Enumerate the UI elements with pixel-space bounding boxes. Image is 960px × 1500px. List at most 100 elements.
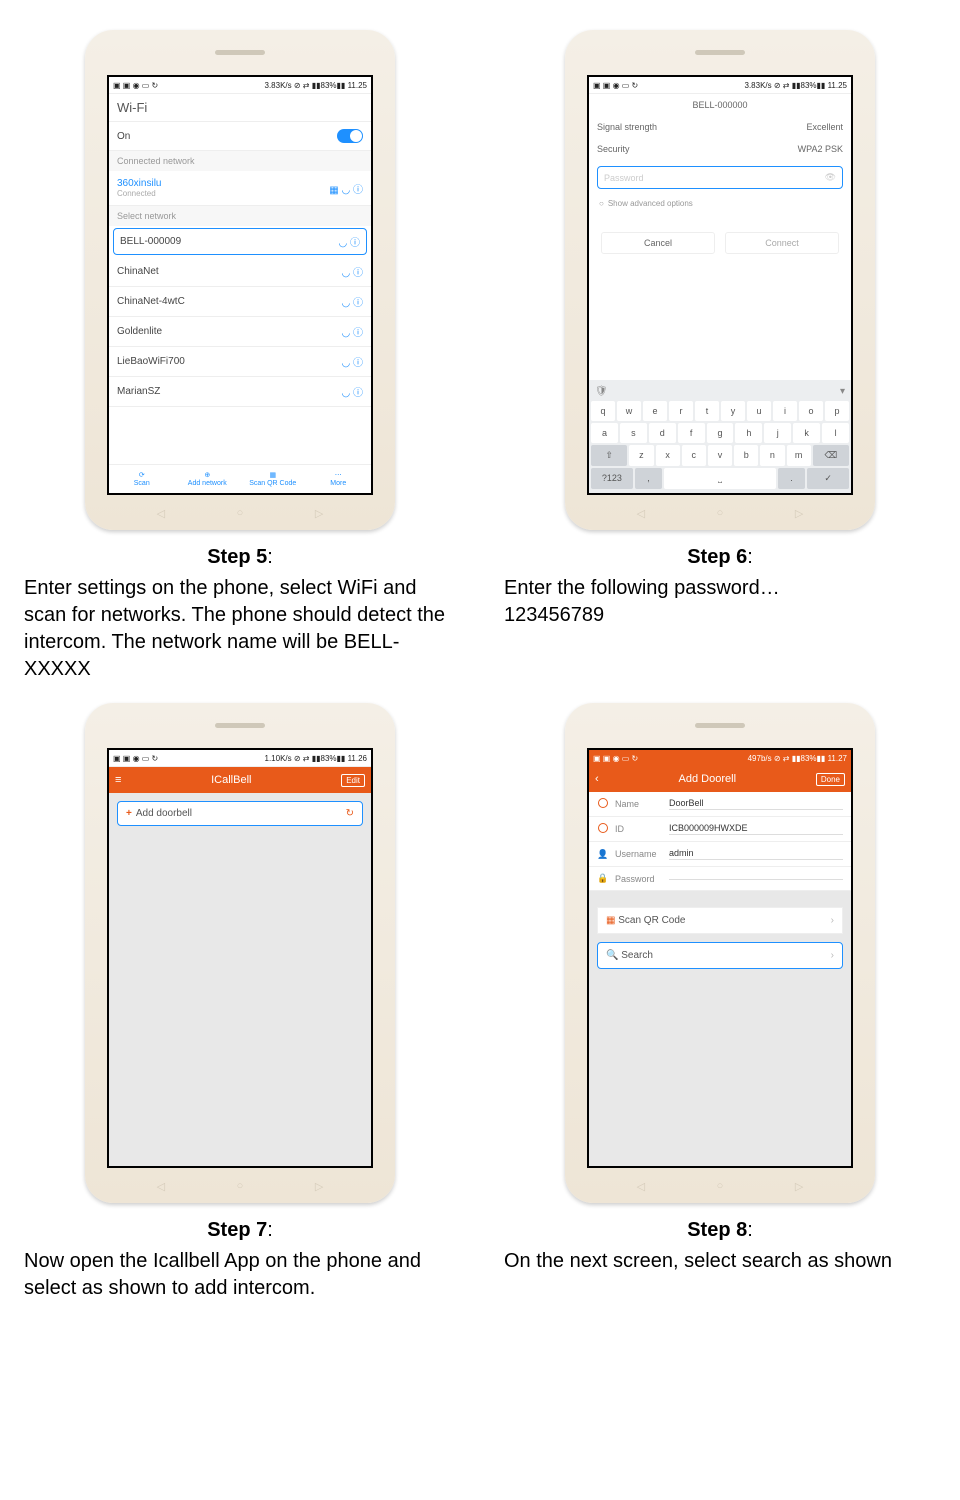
phone-frame: ▣ ▣ ◉ ▭ ↻ 3.83K/s ⊘ ⇄ ▮▮83%▮▮ 11.25 BELL… bbox=[565, 30, 875, 530]
key[interactable]: s bbox=[620, 423, 647, 443]
key[interactable]: f bbox=[678, 423, 705, 443]
cancel-button[interactable]: Cancel bbox=[601, 232, 715, 254]
connected-network-row[interactable]: 360xinsilu Connected ▦ ◡ ⓘ bbox=[109, 171, 371, 206]
scan-qr-button[interactable]: ▦ Scan QR Code › bbox=[597, 907, 843, 934]
password-input[interactable]: Password 👁 bbox=[597, 166, 843, 189]
wifi-signal-icon: ◡ ⓘ bbox=[341, 264, 363, 279]
network-row-bell[interactable]: BELL-000009 ◡ ⓘ bbox=[113, 228, 367, 255]
name-value[interactable]: DoorBell bbox=[669, 798, 843, 810]
key[interactable]: j bbox=[764, 423, 791, 443]
key[interactable]: c bbox=[682, 445, 706, 466]
step6-label: Step 6: bbox=[687, 546, 753, 569]
step8-label: Step 8: bbox=[687, 1219, 753, 1242]
nav-scan[interactable]: ⟳Scan bbox=[109, 465, 175, 493]
add-doorbell-screen: ▣ ▣ ◉ ▭ ↻ 497b/s ⊘ ⇄ ▮▮83%▮▮ 11.27 ‹ Add… bbox=[587, 748, 853, 1168]
menu-icon[interactable]: ≡ bbox=[115, 774, 121, 786]
key[interactable]: w bbox=[617, 401, 641, 421]
backspace-key[interactable]: ⌫ bbox=[813, 445, 849, 466]
kb-row1: qwertyuiop bbox=[591, 401, 849, 421]
comma-key[interactable]: , bbox=[635, 468, 663, 489]
key[interactable]: k bbox=[793, 423, 820, 443]
connect-button[interactable]: Connect bbox=[725, 232, 839, 254]
network-row[interactable]: LieBaoWiFi700 ◡ ⓘ bbox=[109, 347, 371, 377]
shift-key[interactable]: ⇧ bbox=[591, 445, 627, 466]
name-field-row[interactable]: Name DoorBell bbox=[589, 792, 851, 817]
key[interactable]: x bbox=[656, 445, 680, 466]
nav-scan-qr[interactable]: ▦Scan QR Code bbox=[240, 465, 306, 493]
key[interactable]: p bbox=[825, 401, 849, 421]
signal-row: Signal strengthExcellent bbox=[589, 116, 851, 138]
network-row[interactable]: MarianSZ ◡ ⓘ bbox=[109, 377, 371, 407]
phone-frame: ▣ ▣ ◉ ▭ ↻ 3.83K/s ⊘ ⇄ ▮▮83%▮▮ 11.25 Wi-F… bbox=[85, 30, 395, 530]
kb-toolbar: 🛡▾ bbox=[591, 384, 849, 401]
back-icon[interactable]: ‹ bbox=[595, 773, 599, 785]
status-bar: ▣ ▣ ◉ ▭ ↻ 3.83K/s ⊘ ⇄ ▮▮83%▮▮ 11.25 bbox=[589, 77, 851, 94]
wifi-toggle-row[interactable]: On bbox=[109, 122, 371, 151]
instruction-page: ▣ ▣ ◉ ▭ ↻ 3.83K/s ⊘ ⇄ ▮▮83%▮▮ 11.25 Wi-F… bbox=[0, 0, 960, 1352]
key[interactable]: a bbox=[591, 423, 618, 443]
network-row[interactable]: ChinaNet ◡ ⓘ bbox=[109, 257, 371, 287]
username-value[interactable]: admin bbox=[669, 848, 843, 860]
password-field-row[interactable]: 🔒 Password bbox=[589, 867, 851, 891]
key[interactable]: b bbox=[734, 445, 758, 466]
key[interactable]: r bbox=[669, 401, 693, 421]
status-bar: ▣ ▣ ◉ ▭ ↻ 497b/s ⊘ ⇄ ▮▮83%▮▮ 11.27 bbox=[589, 750, 851, 766]
name-icon bbox=[597, 798, 609, 810]
add-doorbell-button[interactable]: +Add doorbell ↻ bbox=[117, 801, 363, 826]
wifi-password-screen: ▣ ▣ ◉ ▭ ↻ 3.83K/s ⊘ ⇄ ▮▮83%▮▮ 11.25 BELL… bbox=[587, 75, 853, 495]
key[interactable]: g bbox=[707, 423, 734, 443]
id-value[interactable]: ICB000009HWXDE bbox=[669, 823, 843, 835]
phone-frame: ▣ ▣ ◉ ▭ ↻ 1.10K/s ⊘ ⇄ ▮▮83%▮▮ 11.26 ≡ IC… bbox=[85, 703, 395, 1203]
nav-more[interactable]: ⋯More bbox=[306, 465, 372, 493]
key[interactable]: n bbox=[760, 445, 784, 466]
search-button[interactable]: 🔍 Search › bbox=[597, 942, 843, 969]
app-title: Add Doorell bbox=[679, 773, 736, 785]
step5-label: Step 5: bbox=[207, 546, 273, 569]
key[interactable]: h bbox=[735, 423, 762, 443]
shield-icon[interactable]: 🛡 bbox=[595, 386, 608, 397]
chevron-right-icon: › bbox=[831, 915, 834, 926]
enter-key[interactable]: ✓ bbox=[807, 468, 849, 489]
step5-column: ▣ ▣ ◉ ▭ ↻ 3.83K/s ⊘ ⇄ ▮▮83%▮▮ 11.25 Wi-F… bbox=[20, 30, 460, 693]
step8-description: On the next screen, select search as sho… bbox=[500, 1248, 940, 1285]
key[interactable]: u bbox=[747, 401, 771, 421]
key[interactable]: q bbox=[591, 401, 615, 421]
refresh-icon[interactable]: ↻ bbox=[346, 808, 354, 819]
key[interactable]: e bbox=[643, 401, 667, 421]
key[interactable]: i bbox=[773, 401, 797, 421]
phone-nav-buttons: ◁○▷ bbox=[85, 1180, 395, 1193]
plus-icon: ⊕ bbox=[204, 471, 210, 479]
wifi-signal-icon: ◡ ⓘ bbox=[341, 294, 363, 309]
kb-collapse-icon[interactable]: ▾ bbox=[840, 386, 845, 397]
network-row[interactable]: ChinaNet-4wtC ◡ ⓘ bbox=[109, 287, 371, 317]
done-button[interactable]: Done bbox=[816, 773, 845, 786]
id-field-row[interactable]: ID ICB000009HWXDE bbox=[589, 817, 851, 842]
dot-key[interactable]: . bbox=[778, 468, 806, 489]
step8-column: ▣ ▣ ◉ ▭ ↻ 497b/s ⊘ ⇄ ▮▮83%▮▮ 11.27 ‹ Add… bbox=[500, 703, 940, 1312]
status-icons-left: ▣ ▣ ◉ ▭ ↻ bbox=[593, 81, 638, 90]
step7-description: Now open the Icallbell App on the phone … bbox=[20, 1248, 460, 1312]
network-row[interactable]: Goldenlite ◡ ⓘ bbox=[109, 317, 371, 347]
key[interactable]: l bbox=[822, 423, 849, 443]
key[interactable]: o bbox=[799, 401, 823, 421]
key[interactable]: d bbox=[649, 423, 676, 443]
edit-button[interactable]: Edit bbox=[341, 774, 365, 787]
username-field-row[interactable]: 👤 Username admin bbox=[589, 842, 851, 867]
key[interactable]: z bbox=[629, 445, 653, 466]
scan-icon: ⟳ bbox=[139, 471, 145, 479]
space-key[interactable]: ⎵ bbox=[664, 468, 775, 489]
key[interactable]: t bbox=[695, 401, 719, 421]
toggle-on-icon[interactable] bbox=[337, 129, 363, 143]
password-value[interactable] bbox=[669, 878, 843, 880]
numeric-key[interactable]: ?123 bbox=[591, 468, 633, 489]
network-ssid: Goldenlite bbox=[117, 326, 162, 337]
advanced-options-row[interactable]: ○ Show advanced options bbox=[589, 195, 851, 212]
connected-status: Connected bbox=[117, 189, 161, 198]
key[interactable]: y bbox=[721, 401, 745, 421]
key[interactable]: v bbox=[708, 445, 732, 466]
wifi-signal-icon: ◡ ⓘ bbox=[341, 324, 363, 339]
key[interactable]: m bbox=[787, 445, 811, 466]
password-label: Password bbox=[615, 874, 663, 884]
nav-add-network[interactable]: ⊕Add network bbox=[175, 465, 241, 493]
eye-icon[interactable]: 👁 bbox=[825, 172, 836, 183]
